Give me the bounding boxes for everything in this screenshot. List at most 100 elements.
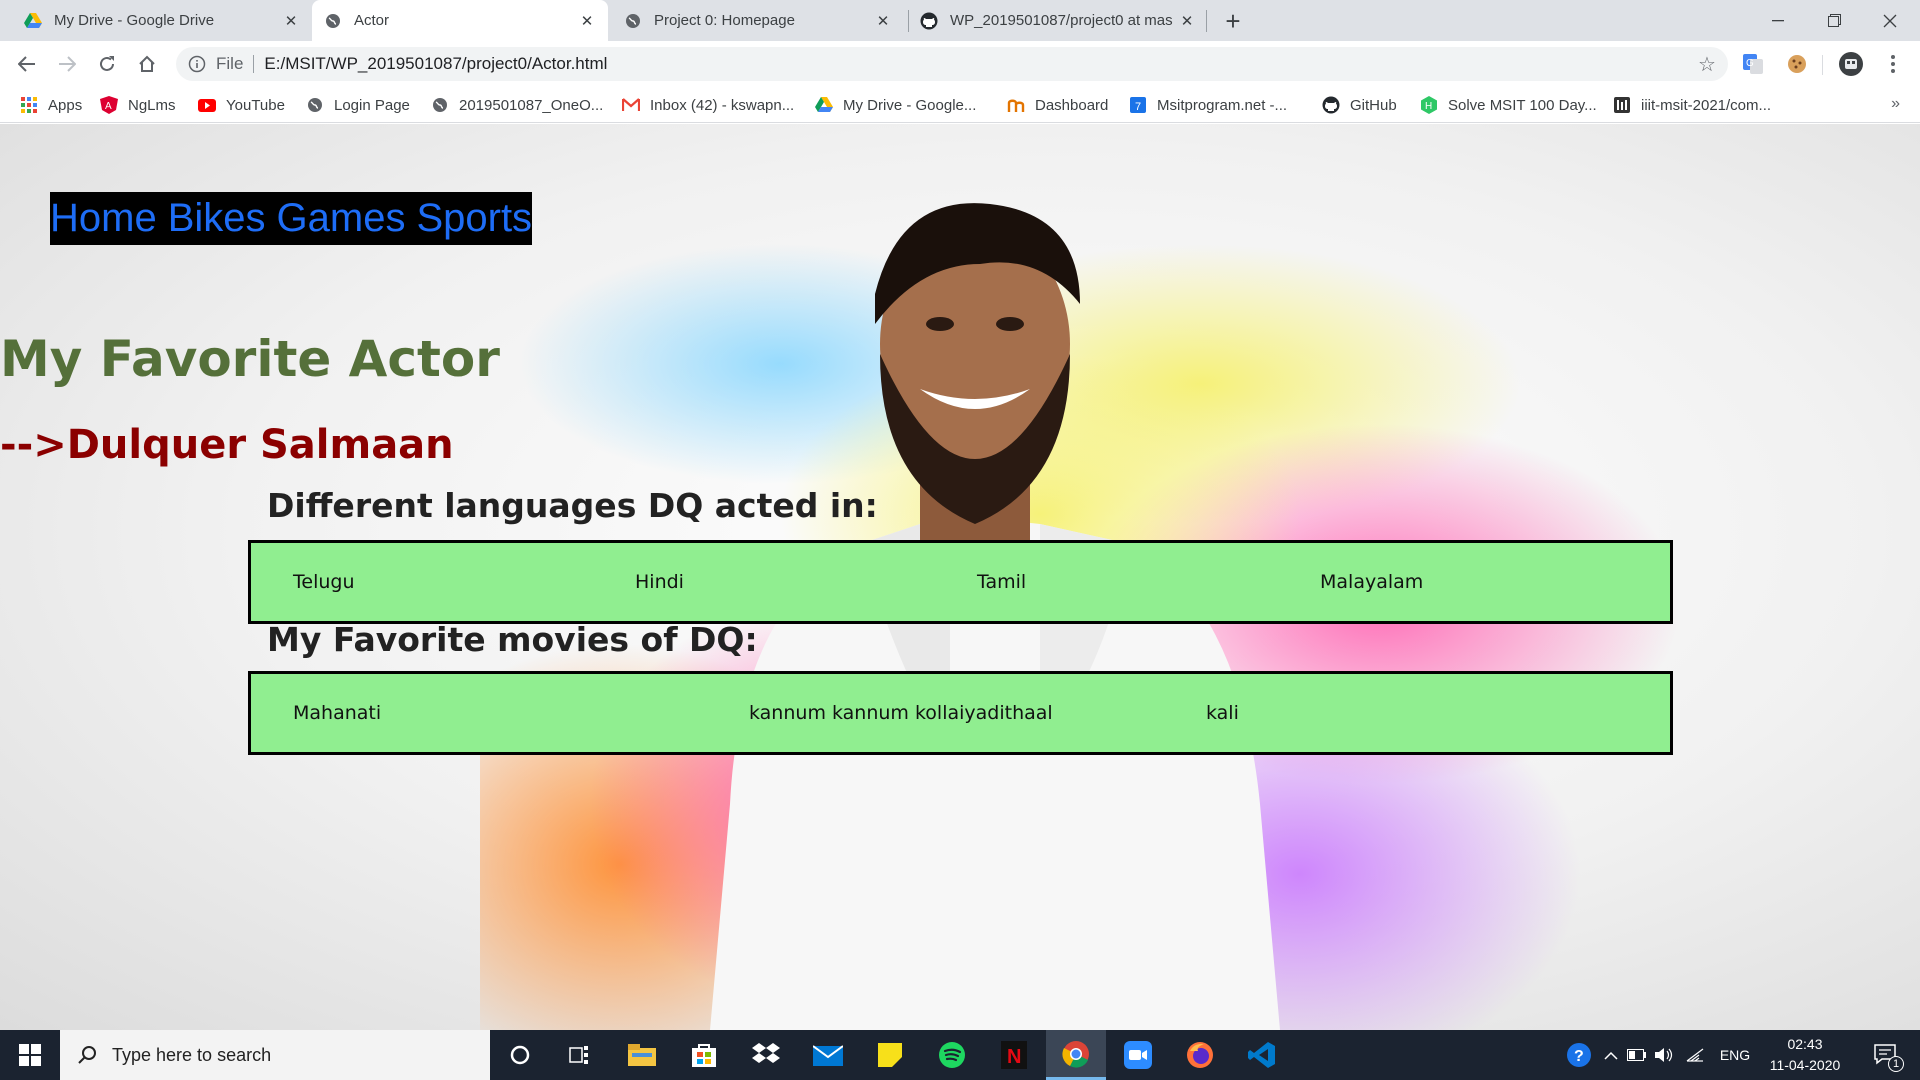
home-button[interactable] <box>132 49 162 79</box>
bookmark-nglms[interactable]: A NgLms <box>100 93 176 117</box>
toolbar-separator <box>1822 55 1823 75</box>
google-translate-icon[interactable]: G <box>1740 51 1766 77</box>
forward-button[interactable] <box>52 49 82 79</box>
cortana-icon[interactable] <box>490 1030 550 1080</box>
globe-icon <box>624 12 642 30</box>
google-drive-icon <box>24 12 42 30</box>
language-item: Hindi <box>635 571 684 593</box>
page-title: My Favorite Actor <box>0 330 500 388</box>
language-item: Malayalam <box>1320 571 1424 593</box>
cookie-icon[interactable] <box>1784 51 1810 77</box>
tab-title: Actor <box>354 12 390 29</box>
new-tab-button[interactable]: + <box>1218 6 1248 36</box>
bookmark-my-drive[interactable]: My Drive - Google... <box>815 93 976 117</box>
zoom-icon[interactable] <box>1108 1030 1168 1080</box>
bookmark-github[interactable]: GitHub <box>1322 93 1397 117</box>
bookmark-label: My Drive - Google... <box>843 96 977 114</box>
bookmark-dashboard[interactable]: Dashboard <box>1007 93 1108 117</box>
bookmark-iiit-msit[interactable]: iiit-msit-2021/com... <box>1613 93 1771 117</box>
system-clock[interactable]: 02:43 11-04-2020 <box>1760 1034 1850 1076</box>
wifi-icon[interactable] <box>1682 1030 1708 1080</box>
task-view-icon[interactable] <box>550 1030 610 1080</box>
tab-separator <box>1206 10 1207 32</box>
address-bar[interactable]: File E:/MSIT/WP_2019501087/project0/Acto… <box>176 47 1728 81</box>
language-indicator[interactable]: ENG <box>1714 1030 1756 1080</box>
back-button[interactable] <box>12 49 42 79</box>
volume-icon[interactable] <box>1652 1030 1678 1080</box>
start-button[interactable] <box>0 1030 60 1080</box>
vscode-icon[interactable] <box>1232 1030 1292 1080</box>
close-tab-icon[interactable]: ✕ <box>578 12 596 30</box>
hackerrank-icon: H <box>1420 96 1438 114</box>
chrome-icon[interactable] <box>1046 1030 1106 1080</box>
info-icon[interactable] <box>188 55 206 73</box>
tab-project0-homepage[interactable]: Project 0: Homepage ✕ <box>612 0 904 41</box>
close-window-button[interactable] <box>1862 0 1918 41</box>
bookmark-msitprogram[interactable]: 7 Msitprogram.net -... <box>1129 93 1287 117</box>
close-tab-icon[interactable]: ✕ <box>282 12 300 30</box>
scheme-label: File <box>216 54 244 73</box>
close-tab-icon[interactable]: ✕ <box>874 12 892 30</box>
movie-item: kali <box>1206 702 1239 724</box>
nav-link-sports[interactable]: Sports <box>416 196 532 241</box>
apps-grid-icon <box>20 96 38 114</box>
bookmark-label: Inbox (42) - kswapn... <box>650 96 795 114</box>
notification-center-button[interactable]: 1 <box>1862 1030 1910 1080</box>
bookmark-youtube[interactable]: YouTube <box>198 93 285 117</box>
battery-icon[interactable] <box>1624 1030 1650 1080</box>
language-item: Tamil <box>977 571 1027 593</box>
bookmark-label: NgLms <box>128 96 176 114</box>
show-hidden-icons-button[interactable] <box>1600 1030 1622 1080</box>
tab-strip: My Drive - Google Drive ✕ Actor ✕ Projec… <box>0 0 1920 41</box>
dropbox-icon[interactable] <box>736 1030 796 1080</box>
url-text[interactable]: E:/MSIT/WP_2019501087/project0/Actor.htm… <box>264 54 607 74</box>
firefox-icon[interactable] <box>1170 1030 1230 1080</box>
bookmark-apps[interactable]: Apps <box>20 93 82 117</box>
bookmark-login-page[interactable]: Login Page <box>306 93 410 117</box>
file-explorer-icon[interactable] <box>612 1030 672 1080</box>
youtube-icon <box>198 96 216 114</box>
taskbar-search[interactable]: Type here to search <box>60 1030 490 1080</box>
page-viewport: Home Bikes Games Sports My Favorite Acto… <box>0 124 1920 1030</box>
language-item: Telugu <box>293 571 355 593</box>
spotify-icon[interactable] <box>922 1030 982 1080</box>
bookmark-solve-msit[interactable]: H Solve MSIT 100 Day... <box>1420 93 1597 117</box>
menu-kebab-icon[interactable] <box>1880 51 1906 77</box>
globe-icon <box>431 96 449 114</box>
nav-link-bikes[interactable]: Bikes <box>168 196 266 241</box>
nav-link-games[interactable]: Games <box>277 196 406 241</box>
top-navigation: Home Bikes Games Sports <box>50 192 533 245</box>
clock-time: 02:43 <box>1787 1036 1823 1052</box>
windows-taskbar: Type here to search N ? ENG 02:43 11-04-… <box>0 1030 1920 1080</box>
profile-avatar[interactable] <box>1838 51 1864 77</box>
reload-button[interactable] <box>92 49 122 79</box>
store-icon[interactable] <box>674 1030 734 1080</box>
address-separator <box>253 55 255 73</box>
movies-heading: My Favorite movies of DQ: <box>267 620 758 659</box>
bookmarks-overflow-button[interactable]: » <box>1891 95 1900 113</box>
mail-icon[interactable] <box>798 1030 858 1080</box>
bookmarks-bar: Apps A NgLms YouTube Login Page 20195010… <box>0 87 1920 123</box>
netflix-icon[interactable]: N <box>984 1030 1044 1080</box>
movie-item: kannum kannum kollaiyadithaal <box>749 702 1053 724</box>
tab-github-repo[interactable]: WP_2019501087/project0 at mas ✕ <box>908 0 1208 41</box>
bookmark-label: Login Page <box>334 96 410 114</box>
svg-text:7: 7 <box>1135 101 1141 113</box>
help-icon[interactable]: ? <box>1562 1030 1596 1080</box>
bookmark-oneo[interactable]: 2019501087_OneO... <box>431 93 603 117</box>
github-icon <box>920 12 938 30</box>
minimize-button[interactable] <box>1750 0 1806 41</box>
tab-google-drive[interactable]: My Drive - Google Drive ✕ <box>12 0 312 41</box>
nav-link-home[interactable]: Home <box>50 196 157 241</box>
languages-box: Telugu Hindi Tamil Malayalam <box>248 540 1673 624</box>
close-tab-icon[interactable]: ✕ <box>1178 12 1196 30</box>
bookmark-label: Apps <box>48 96 83 114</box>
google-drive-icon <box>815 96 833 114</box>
tab-actor[interactable]: Actor ✕ <box>312 0 608 41</box>
bookmark-inbox[interactable]: Inbox (42) - kswapn... <box>622 93 794 117</box>
sticky-notes-icon[interactable] <box>860 1030 920 1080</box>
restore-button[interactable] <box>1806 0 1862 41</box>
svg-text:A: A <box>105 101 112 112</box>
bookmark-label: YouTube <box>226 96 285 114</box>
bookmark-star-icon[interactable]: ☆ <box>1696 53 1718 76</box>
